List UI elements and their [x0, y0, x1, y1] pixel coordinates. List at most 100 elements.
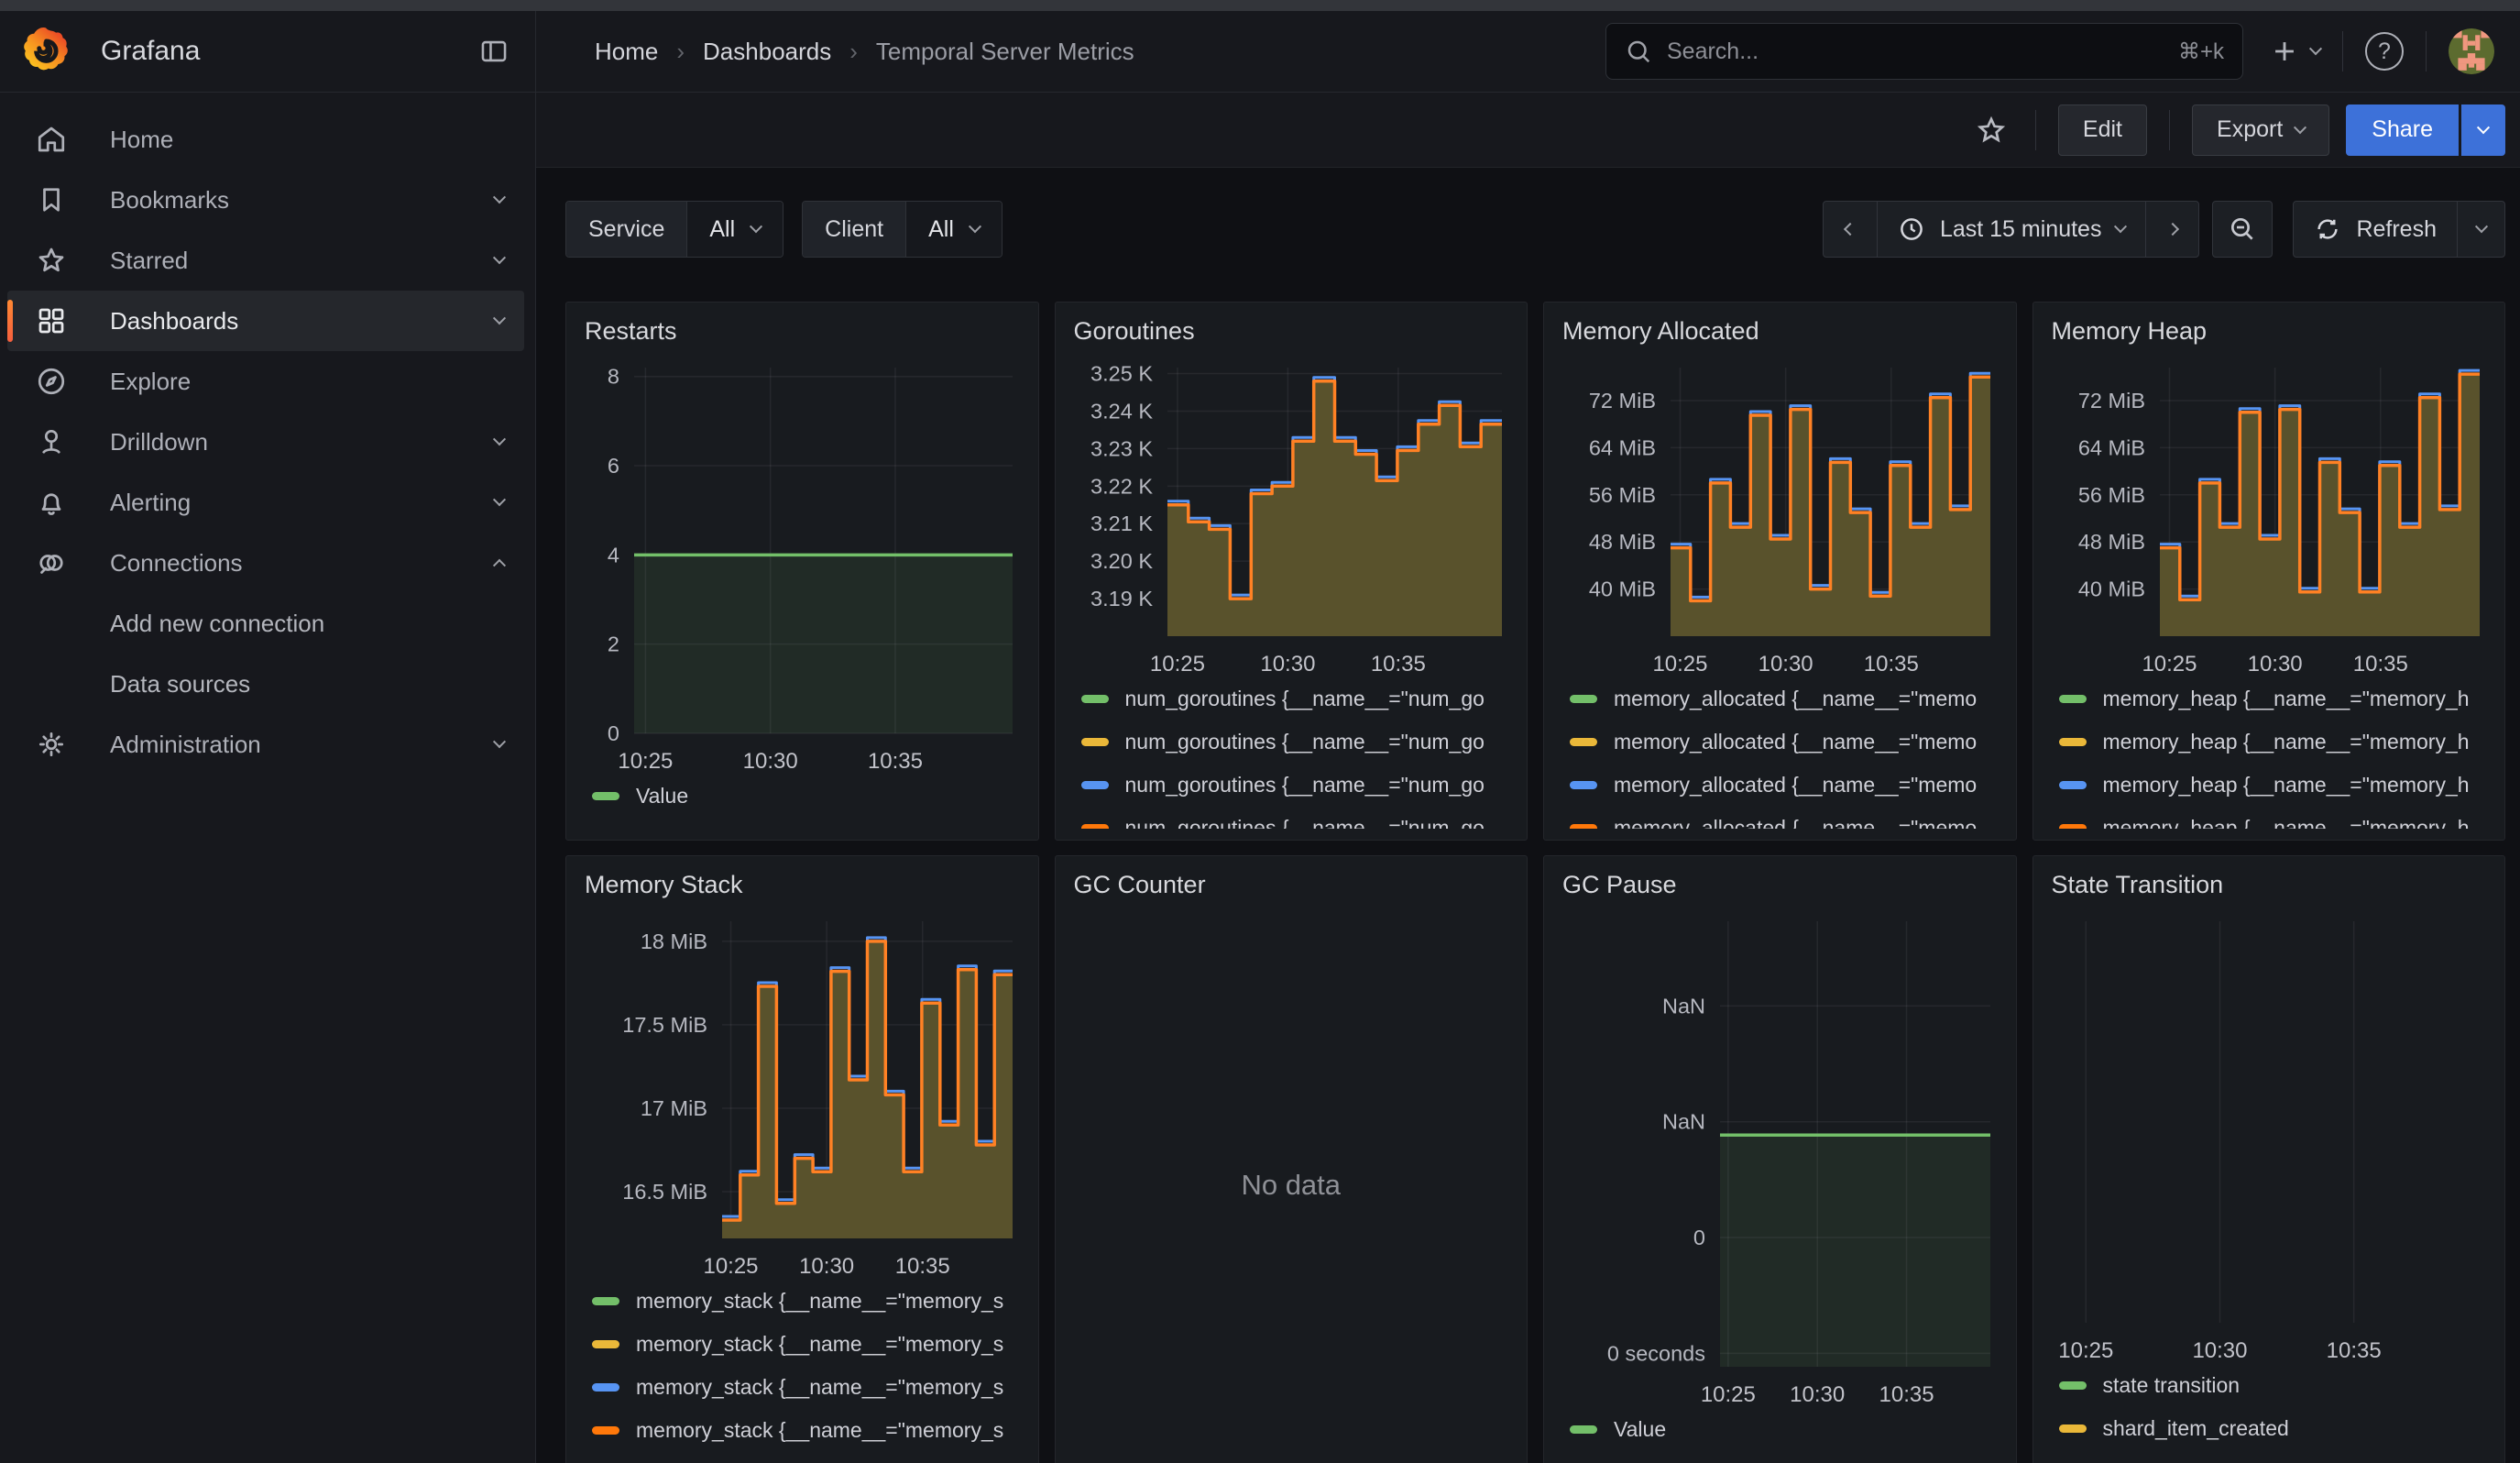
sidebar-item-dashboards[interactable]: Dashboards [7, 291, 524, 351]
panel-title[interactable]: Memory Heap [2052, 317, 2489, 346]
panel-legend: memory_heap {__name__="memory_h memory_he… [2050, 684, 2489, 829]
chart-canvas[interactable]: 0 seconds0NaNNaN10:2510:3010:35 [1561, 908, 2000, 1409]
legend-item[interactable]: memory_stack {__name__="memory_s [583, 1329, 1022, 1358]
sidebar-item-connections[interactable]: Connections [7, 533, 524, 593]
legend-item[interactable]: memory_allocated {__name__="memo [1561, 684, 2000, 713]
search-box[interactable]: ⌘+k [1605, 23, 2243, 80]
panel-chart[interactable]: 0 seconds0NaNNaN10:2510:3010:35 [1561, 908, 2000, 1409]
legend-item[interactable]: shard_item_created [2050, 1414, 2489, 1443]
chart-canvas[interactable]: 10:2510:3010:35 [2050, 908, 2489, 1365]
legend-item[interactable]: memory_stack {__name__="memory_s [583, 1286, 1022, 1315]
legend-item[interactable]: memory_stack {__name__="memory_s [583, 1372, 1022, 1402]
chart-canvas[interactable]: 3.19 K3.20 K3.21 K3.22 K3.23 K3.24 K3.25… [1072, 355, 1511, 678]
legend-item[interactable]: memory_heap {__name__="memory_h [2050, 770, 2489, 799]
panel-chart[interactable]: 3.19 K3.20 K3.21 K3.22 K3.23 K3.24 K3.25… [1072, 355, 1511, 678]
sidebar-item-starred[interactable]: Starred [7, 230, 524, 291]
filter-client-value[interactable]: All [906, 202, 1002, 257]
dock-sidebar-icon[interactable] [478, 36, 509, 67]
panel-chart[interactable]: 16.5 MiB17 MiB17.5 MiB18 MiB10:2510:3010… [583, 908, 1022, 1281]
chart-canvas[interactable]: 16.5 MiB17 MiB17.5 MiB18 MiB10:2510:3010… [583, 908, 1022, 1281]
filter-service-selected: All [709, 216, 735, 243]
legend-label: num_goroutines {__name__="num_go [1125, 730, 1485, 754]
filter-service-value[interactable]: All [687, 202, 783, 257]
legend-label: Value [1614, 1417, 1666, 1442]
chevron-down-icon [2477, 121, 2490, 134]
legend-item[interactable]: Value [1561, 1414, 2000, 1444]
x-axis-tick: 10:35 [1879, 1382, 1934, 1407]
legend-item[interactable]: memory_stack {__name__="memory_s [583, 1415, 1022, 1445]
edit-button[interactable]: Edit [2058, 104, 2147, 156]
legend-item[interactable]: memory_heap {__name__="memory_h [2050, 684, 2489, 713]
refresh-icon [2314, 215, 2341, 243]
search-input[interactable] [1667, 38, 2178, 65]
panel-memory-allocated: Memory Allocated 40 MiB48 MiB56 MiB64 Mi… [1543, 302, 2017, 841]
sidebar-item-explore[interactable]: Explore [7, 351, 524, 412]
panel-chart[interactable]: 40 MiB48 MiB56 MiB64 MiB72 MiB10:2510:30… [1561, 355, 2000, 678]
grafana-logo-icon[interactable] [20, 26, 71, 77]
panel-title[interactable]: GC Pause [1562, 871, 2000, 899]
sidebar-item-home[interactable]: Home [7, 109, 524, 170]
time-shift-forward-button[interactable] [2145, 202, 2198, 257]
panel-title[interactable]: GC Counter [1074, 871, 1511, 899]
panel-title[interactable]: Restarts [585, 317, 1022, 346]
breadcrumb-dashboards[interactable]: Dashboards [703, 38, 831, 66]
time-range-picker[interactable]: Last 15 minutes [1877, 202, 2146, 257]
legend-item[interactable]: num_goroutines {__name__="num_go [1072, 770, 1511, 799]
add-new-button[interactable] [2269, 36, 2320, 67]
sidebar-item-drilldown[interactable]: Drilldown [7, 412, 524, 472]
sidebar-item-add-new-connection[interactable]: Add new connection [7, 593, 524, 654]
top-header: Home › Dashboards › Temporal Server Metr… [536, 11, 2520, 93]
share-dropdown-button[interactable] [2461, 104, 2505, 156]
export-button[interactable]: Export [2192, 104, 2329, 156]
legend-swatch [1570, 738, 1597, 746]
help-button[interactable]: ? [2365, 32, 2404, 71]
legend-item[interactable]: memory_allocated {__name__="memo [1561, 813, 2000, 829]
legend-item[interactable]: num_goroutines {__name__="num_go [1072, 684, 1511, 713]
chevron-left-icon [1844, 223, 1857, 236]
zoom-out-button[interactable] [2212, 201, 2273, 258]
y-axis-tick: 64 MiB [2077, 435, 2144, 459]
sidebar-item-alerting[interactable]: Alerting [7, 472, 524, 533]
chart-canvas[interactable]: 0246810:2510:3010:35 [583, 355, 1022, 776]
legend-item[interactable]: memory_heap {__name__="memory_h [2050, 813, 2489, 829]
avatar-image [2449, 28, 2494, 74]
legend-swatch [1570, 781, 1597, 789]
legend-item[interactable]: memory_heap {__name__="memory_h [2050, 727, 2489, 756]
legend-item[interactable]: num_goroutines {__name__="num_go [1072, 727, 1511, 756]
legend-item[interactable]: memory_allocated {__name__="memo [1561, 770, 2000, 799]
legend-item[interactable]: memory_allocated {__name__="memo [1561, 727, 2000, 756]
refresh-button[interactable]: Refresh [2294, 202, 2457, 257]
avatar[interactable] [2449, 28, 2494, 74]
legend-item[interactable]: state transition [2050, 1370, 2489, 1400]
time-shift-back-button[interactable] [1824, 202, 1877, 257]
plug-icon [35, 546, 68, 579]
sidebar-item-label: Explore [110, 368, 524, 396]
panel-chart[interactable]: 40 MiB48 MiB56 MiB64 MiB72 MiB10:2510:30… [2050, 355, 2489, 678]
y-axis-tick: 3.25 K [1090, 362, 1153, 386]
sidebar-item-administration[interactable]: Administration [7, 714, 524, 775]
sidebar-item-bookmarks[interactable]: Bookmarks [7, 170, 524, 230]
y-axis-tick: 18 MiB [641, 930, 707, 953]
panel-title[interactable]: Goroutines [1074, 317, 1511, 346]
breadcrumb-separator: › [676, 38, 685, 66]
legend-item[interactable]: num_goroutines {__name__="num_go [1072, 813, 1511, 829]
breadcrumb-home[interactable]: Home [595, 38, 658, 66]
panel-grid: Restarts 0246810:2510:3010:35 Value Goro… [565, 302, 2505, 1463]
sidebar-item-data-sources[interactable]: Data sources [7, 654, 524, 714]
panel-chart[interactable]: 0246810:2510:3010:35 [583, 355, 1022, 776]
panel-title[interactable]: State Transition [2052, 871, 2489, 899]
panel-chart[interactable]: 10:2510:3010:35 [2050, 908, 2489, 1365]
favorite-star-button[interactable] [1975, 114, 2008, 147]
share-button[interactable]: Share [2346, 104, 2459, 156]
chart-canvas[interactable]: 40 MiB48 MiB56 MiB64 MiB72 MiB10:2510:30… [1561, 355, 2000, 678]
chart-canvas[interactable]: 40 MiB48 MiB56 MiB64 MiB72 MiB10:2510:30… [2050, 355, 2489, 678]
legend-label: memory_stack {__name__="memory_s [636, 1332, 1003, 1357]
panel-title[interactable]: Memory Allocated [1562, 317, 2000, 346]
sidebar-item-label: Connections [110, 549, 495, 578]
legend-item[interactable]: Value [583, 781, 1022, 810]
x-axis-tick: 10:25 [703, 1254, 758, 1279]
chevron-down-icon [2474, 220, 2487, 233]
panel-gc-pause: GC Pause 0 seconds0NaNNaN10:2510:3010:35… [1543, 855, 2017, 1463]
refresh-interval-dropdown[interactable] [2457, 202, 2504, 257]
panel-title[interactable]: Memory Stack [585, 871, 1022, 899]
